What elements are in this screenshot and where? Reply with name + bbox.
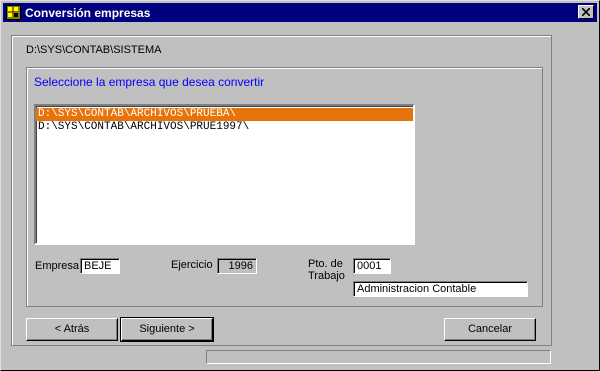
company-listbox[interactable]: D:\SYS\CONTAB\ARCHIVOS\PRUEBA\ D:\SYS\CO… (34, 104, 415, 245)
ejercicio-label: Ejercicio (171, 259, 213, 271)
list-item[interactable]: D:\SYS\CONTAB\ARCHIVOS\PRUE1997\ (36, 121, 413, 134)
ejercicio-field: 1996 (217, 258, 257, 274)
instruction-text: Seleccione la empresa que desea converti… (34, 75, 265, 89)
back-button[interactable]: < Atrás (26, 318, 118, 341)
app-icon (6, 5, 21, 20)
pto-label-line2: Trabajo (308, 270, 345, 282)
cancel-button[interactable]: Cancelar (444, 318, 536, 341)
list-item[interactable]: D:\SYS\CONTAB\ARCHIVOS\PRUEBA\ (36, 108, 413, 121)
next-button[interactable]: Siguiente > (120, 317, 214, 342)
conversion-window: Conversión empresas D:\SYS\CONTAB\SISTEM… (0, 0, 600, 371)
title-bar[interactable]: Conversión empresas (3, 3, 597, 22)
status-bar (206, 350, 551, 364)
pto-label-line1: Pto. de (308, 258, 343, 270)
system-path-label: D:\SYS\CONTAB\SISTEMA (26, 44, 162, 56)
empresa-label: Empresa (35, 260, 80, 272)
pto-trabajo-field[interactable]: 0001 (353, 258, 391, 274)
empresa-field[interactable]: BEJE (80, 258, 120, 274)
descripcion-field[interactable]: Administracion Contable (353, 281, 528, 297)
close-icon (582, 8, 590, 16)
window-title: Conversión empresas (25, 6, 151, 20)
close-button[interactable] (578, 5, 594, 19)
